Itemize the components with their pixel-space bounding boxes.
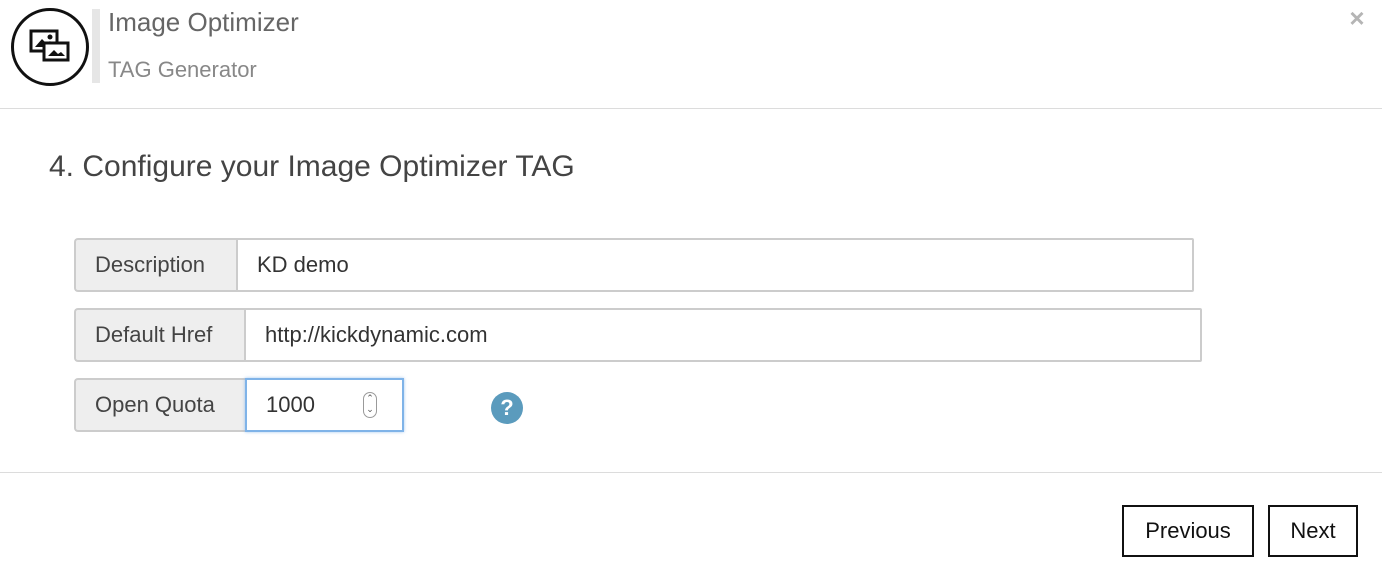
description-input[interactable]: KD demo	[236, 238, 1194, 292]
close-icon[interactable]: ×	[1344, 4, 1370, 32]
open-quota-row: Open Quota 1000 ⌃ ⌄	[74, 378, 404, 432]
modal-footer: Previous Next	[0, 472, 1382, 586]
tag-generator-modal: Image Optimizer TAG Generator × 4. Confi…	[0, 0, 1382, 586]
open-quota-input[interactable]: 1000 ⌃ ⌄	[245, 378, 404, 432]
open-quota-value: 1000	[266, 392, 315, 417]
previous-button[interactable]: Previous	[1122, 505, 1254, 557]
description-row: Description KD demo	[74, 238, 1194, 292]
open-quota-label: Open Quota	[74, 378, 245, 432]
app-title: Image Optimizer	[108, 7, 299, 37]
image-optimizer-icon	[11, 8, 89, 86]
quantity-stepper[interactable]: ⌃ ⌄	[363, 392, 377, 418]
default-href-input[interactable]: http://kickdynamic.com	[244, 308, 1202, 362]
default-href-row: Default Href http://kickdynamic.com	[74, 308, 1202, 362]
title-accent-bar	[92, 9, 100, 83]
default-href-label: Default Href	[74, 308, 244, 362]
description-label: Description	[74, 238, 236, 292]
help-icon[interactable]: ?	[491, 392, 523, 424]
step-title: 4. Configure your Image Optimizer TAG	[49, 150, 575, 183]
next-button[interactable]: Next	[1268, 505, 1358, 557]
app-subtitle: TAG Generator	[108, 57, 257, 82]
stepper-up-icon[interactable]: ⌃	[364, 393, 376, 404]
stepper-down-icon[interactable]: ⌄	[364, 404, 376, 415]
modal-header: Image Optimizer TAG Generator ×	[0, 0, 1382, 109]
